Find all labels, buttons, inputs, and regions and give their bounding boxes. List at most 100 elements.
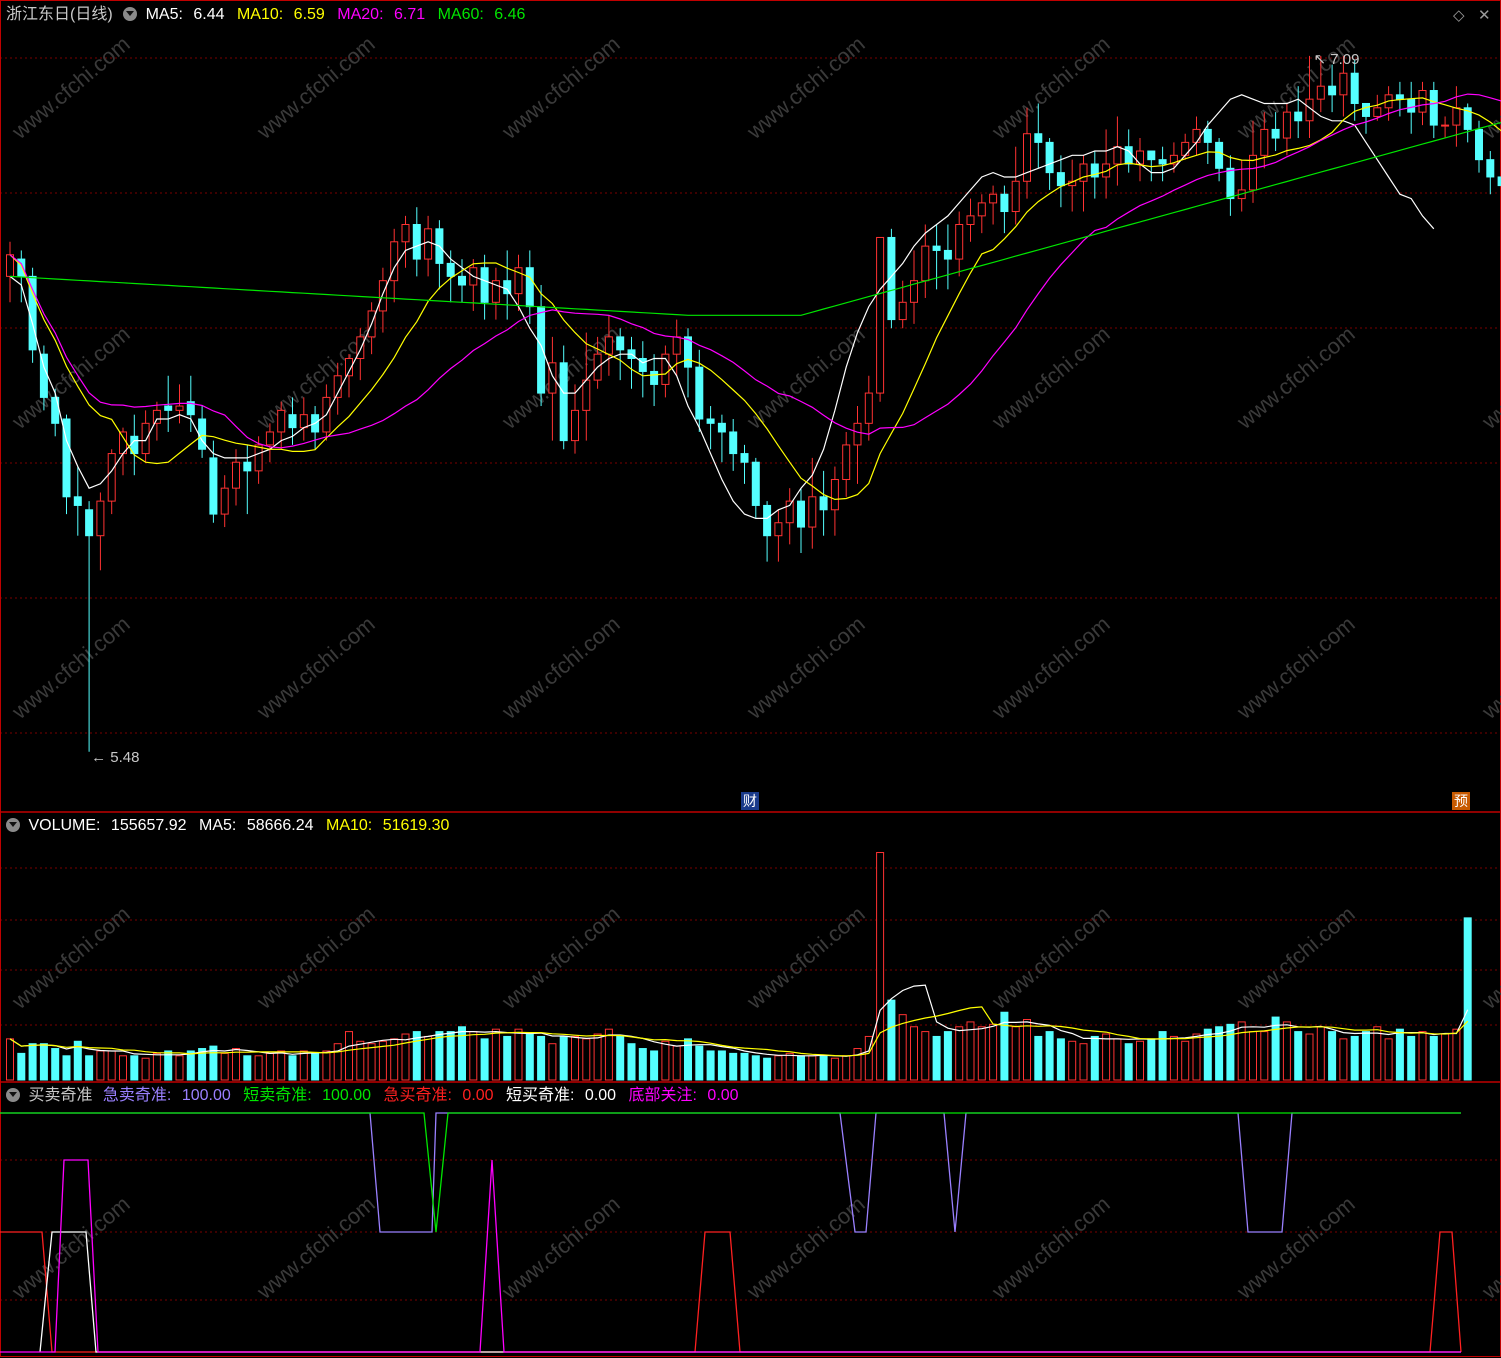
- ma10-label: MA10: 6.59: [236, 6, 325, 23]
- volume-bar: [1226, 1023, 1235, 1081]
- ma10-line: [9, 97, 1501, 501]
- watermark: www.cfchi.com: [6, 611, 134, 724]
- candle-body: [571, 409, 579, 442]
- watermark: www.cfchi.com: [986, 1191, 1114, 1304]
- watermark: www.cfchi.com: [986, 901, 1114, 1014]
- volume-bar: [1056, 1038, 1065, 1081]
- dropdown-icon[interactable]: [123, 7, 138, 21]
- candle-body: [819, 496, 828, 511]
- candle-body: [525, 267, 534, 308]
- candle-body: [1418, 90, 1427, 113]
- candle-body: [288, 414, 297, 429]
- volume-bar: [1328, 1031, 1337, 1081]
- candle-body: [1395, 94, 1404, 100]
- watermark: www.cfchi.com: [741, 1191, 869, 1304]
- candle-body: [1350, 72, 1359, 104]
- candle-body: [1203, 128, 1212, 143]
- volume-bar: [1237, 1021, 1246, 1081]
- candle-body: [740, 453, 749, 463]
- volume-bar: [1384, 1038, 1393, 1081]
- volume-bar: [446, 1031, 455, 1081]
- volume-bar: [503, 1035, 512, 1081]
- volume-bar: [887, 999, 896, 1081]
- ma5-label: MA5: 6.44: [145, 6, 225, 23]
- candle-body: [717, 422, 726, 433]
- watermark: www.cfchi.com: [6, 901, 134, 1014]
- volume-bar: [401, 1033, 410, 1081]
- dropdown-icon[interactable]: [6, 818, 20, 832]
- watermark: www.cfchi.com: [251, 611, 379, 724]
- volume-bar: [130, 1055, 139, 1081]
- watermark: www.cfchi.com: [1476, 901, 1501, 1014]
- volume-bar: [627, 1043, 636, 1081]
- volume-bar: [17, 1052, 26, 1081]
- volume-bar: [1407, 1035, 1416, 1081]
- volume-bar: [989, 1023, 998, 1081]
- volume-bar: [333, 1043, 342, 1081]
- watermark: www.cfchi.com: [986, 321, 1114, 434]
- volume-bar: [616, 1035, 625, 1081]
- candle-body: [864, 392, 873, 424]
- candle-body: [265, 431, 274, 446]
- volume-bar: [1045, 1031, 1054, 1081]
- volume-bar: [1282, 1021, 1291, 1081]
- candle-body: [1475, 128, 1483, 161]
- candle-body: [164, 405, 173, 411]
- volume-bar: [910, 1026, 918, 1081]
- volume-bar: [1441, 1033, 1450, 1081]
- watermark: www.cfchi.com: [986, 611, 1114, 724]
- indicator-header: 买卖奇准 急卖奇准: 100.00 短卖奇准: 100.00 急买奇准: 0.0…: [6, 1085, 747, 1107]
- volume-bar: [525, 1033, 534, 1081]
- volume-bar: [85, 1055, 94, 1081]
- candle-body: [616, 336, 625, 351]
- volume-bar: [1011, 1026, 1020, 1081]
- dibu-label: 底部关注: 0.00: [628, 1087, 739, 1104]
- jimaibuy-label: 急买奇准: 0.00: [383, 1087, 494, 1104]
- candle-body: [6, 254, 14, 277]
- candle-body: [1034, 133, 1043, 143]
- candle-body: [751, 461, 760, 506]
- volume-bar: [39, 1043, 48, 1081]
- candle-body: [797, 500, 805, 528]
- stock-title: 浙江东日(日线): [6, 6, 113, 23]
- volume-bar: [774, 1055, 783, 1081]
- volume-bar: [1102, 1033, 1111, 1081]
- candle-body: [412, 224, 421, 260]
- candle-body: [650, 370, 659, 385]
- candle-body: [254, 444, 263, 472]
- volume-bar: [186, 1050, 195, 1081]
- volume-bar: [1215, 1026, 1224, 1081]
- volume-bar: [955, 1026, 964, 1081]
- close-icon[interactable]: ✕: [1478, 6, 1491, 24]
- volume-bar: [1136, 1040, 1144, 1081]
- dropdown-icon[interactable]: [6, 1088, 20, 1102]
- ma20-label: MA20: 6.71: [337, 6, 426, 23]
- volume-bar: [966, 1021, 975, 1081]
- chart-window: www.cfchi.com www.cfchi.com www.cfchi.com w…: [0, 0, 1501, 1358]
- volume-bar: [921, 1031, 930, 1081]
- volume-bar: [943, 1031, 952, 1081]
- chart-canvas[interactable]: www.cfchi.com www.cfchi.com www.cfchi.com w…: [0, 0, 1501, 1358]
- watermark: www.cfchi.com: [1231, 1191, 1359, 1304]
- candle-body: [842, 444, 851, 481]
- volume-bar: [853, 1048, 862, 1081]
- diamond-icon[interactable]: ◇: [1453, 6, 1465, 24]
- yu-marker[interactable]: 预: [1452, 792, 1470, 810]
- volume-bar: [763, 1057, 772, 1081]
- candle-body: [582, 379, 591, 411]
- volume-bar: [367, 1043, 376, 1081]
- candle-body: [1056, 172, 1065, 187]
- volume-bar: [243, 1055, 252, 1081]
- candle-body: [898, 301, 907, 321]
- volume-bar: [1362, 1031, 1370, 1081]
- volume-bar: [469, 1031, 478, 1081]
- price-header: 浙江东日(日线) MA5: 6.44 MA10: 6.59 MA20: 6.71…: [6, 4, 533, 26]
- volume-bar: [571, 1035, 579, 1081]
- cai-marker[interactable]: 财: [741, 792, 759, 810]
- volume-bar: [1023, 1019, 1031, 1081]
- volume-bar: [661, 1040, 670, 1081]
- candle-body: [232, 461, 240, 489]
- candle-body: [559, 362, 568, 442]
- volume-bar: [1034, 1035, 1043, 1081]
- candle-body: [921, 245, 930, 282]
